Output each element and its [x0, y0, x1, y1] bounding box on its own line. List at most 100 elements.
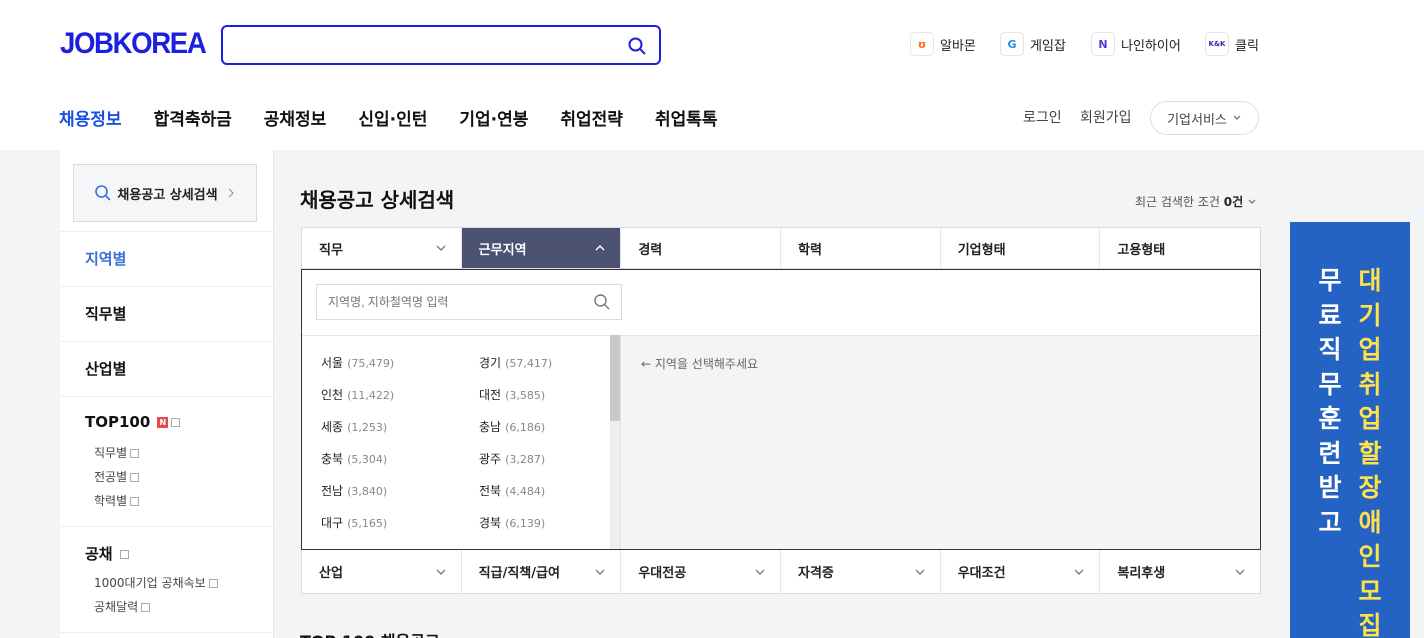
nav-item-0[interactable]: 채용정보 [59, 105, 122, 130]
family-site-label: 클릭 [1235, 38, 1259, 54]
sidebar-divider [60, 632, 273, 638]
chevron-down-icon [915, 569, 925, 575]
search-icon[interactable] [593, 293, 611, 311]
region-name: 충남 [479, 420, 502, 434]
region-name: 전북 [479, 484, 502, 498]
region-name: 대전 [479, 388, 502, 402]
chevron-down-icon [595, 569, 605, 575]
top100-sub-major[interactable]: 전공별 [94, 468, 140, 485]
region-option[interactable]: 경기 (57,417) [479, 354, 552, 371]
nav-item-5[interactable]: 취업전략 [560, 105, 623, 130]
tab-filter-1[interactable]: 근무지역 [461, 228, 622, 268]
filter-tabs-row1: 직무 근무지역 경력 학력 기업형태 고용형태 [301, 227, 1261, 269]
nav-item-4[interactable]: 기업·연봉 [459, 105, 528, 130]
tab-label: 복리후생 [1117, 566, 1166, 581]
region-option[interactable]: 전남 (3,840) [321, 482, 387, 499]
region-option[interactable]: 충북 (5,304) [321, 450, 387, 467]
biz-service-label: 기업서비스 [1167, 112, 1227, 128]
ninehire-icon: N [1091, 32, 1115, 56]
family-site-label: 게임잡 [1030, 38, 1066, 54]
gongchae-sub-calendar-label: 공채달력 [94, 600, 139, 614]
tab-label: 경력 [638, 242, 663, 258]
search-icon[interactable] [627, 36, 647, 56]
tab-label: 근무지역 [478, 242, 527, 258]
login-link[interactable]: 로그인 [1023, 107, 1062, 127]
recent-search-toggle[interactable]: 최근 검색한 조건 0건 [1135, 193, 1257, 210]
tab-filter-4[interactable]: 기업형태 [941, 228, 1101, 268]
ad-banner[interactable]: 무료직무훈련받고 대기업취업할장애인모집 [1290, 222, 1410, 638]
region-option[interactable]: 인천 (11,422) [321, 386, 394, 403]
region-option[interactable]: 전북 (4,484) [479, 482, 545, 499]
klik-icon: K&K [1205, 32, 1229, 56]
signup-link[interactable]: 회원가입 [1080, 107, 1132, 127]
page-title: 채용공고 상세검색 [300, 188, 455, 212]
chevron-down-icon [1233, 115, 1241, 120]
top100-label: TOP100 [85, 413, 151, 431]
region-search-box[interactable] [316, 284, 622, 320]
tab-filter2-5[interactable]: 복리후생 [1100, 550, 1260, 593]
sidebar: 채용공고 상세검색 지역별 직무별 산업별 TOP100 N 직무별 전공별 학력… [60, 150, 274, 638]
gongchae-label: 공채 [85, 545, 113, 563]
tab-label: 자격증 [798, 566, 834, 581]
region-name: 충북 [321, 452, 344, 466]
sidebar-detail-search-button[interactable]: 채용공고 상세검색 [73, 164, 257, 222]
biz-service-button[interactable]: 기업서비스 [1150, 101, 1259, 135]
sidebar-detail-search-label: 채용공고 상세검색 [117, 187, 218, 203]
main-search-box[interactable] [221, 25, 661, 65]
region-option[interactable]: 경북 (6,139) [479, 514, 545, 531]
region-name: 전남 [321, 484, 344, 498]
gongchae-sub-news[interactable]: 1000대기업 공채속보 [94, 574, 218, 591]
region-option[interactable]: 대구 (5,165) [321, 514, 387, 531]
region-count: (1,253) [347, 421, 388, 434]
family-site-1[interactable]: G 게임잡 [1000, 32, 1066, 56]
top100-sub-job[interactable]: 직무별 [94, 444, 140, 461]
top100-section-heading: TOP 100 채용공고 [300, 628, 440, 638]
tab-filter2-1[interactable]: 직급/직책/급여 [462, 550, 622, 593]
tab-filter2-4[interactable]: 우대조건 [941, 550, 1101, 593]
region-count: (3,287) [505, 453, 546, 466]
nav-item-6[interactable]: 취업톡톡 [655, 105, 718, 130]
region-count: (75,479) [347, 357, 395, 370]
family-site-0[interactable]: ʊ 알바몬 [910, 32, 976, 56]
region-count: (5,304) [347, 453, 388, 466]
region-option[interactable]: 세종 (1,253) [321, 418, 387, 435]
banner-text-right: 대기업취업할장애인모집 [1358, 266, 1382, 638]
sidebar-item-top100[interactable]: TOP100 N [60, 396, 273, 527]
tab-filter-2[interactable]: 경력 [621, 228, 782, 268]
sidebar-item-region[interactable]: 지역별 [60, 231, 273, 287]
tab-filter2-3[interactable]: 자격증 [781, 550, 941, 593]
family-site-3[interactable]: K&K 클릭 [1205, 32, 1259, 56]
external-link-icon [141, 603, 151, 612]
top100-sub-education[interactable]: 학력별 [94, 492, 140, 509]
gongchae-sub-news-label: 1000대기업 공채속보 [94, 576, 206, 590]
region-name: 광주 [479, 452, 502, 466]
region-name: 대구 [321, 516, 344, 530]
nav-item-1[interactable]: 합격축하금 [154, 105, 232, 130]
nav-item-3[interactable]: 신입·인턴 [358, 105, 427, 130]
jobkorea-logo[interactable]: JOBKOREA [60, 27, 207, 61]
region-search-input[interactable] [328, 285, 588, 319]
tab-filter2-2[interactable]: 우대전공 [621, 550, 782, 593]
sidebar-item-industry[interactable]: 산업별 [60, 341, 273, 397]
region-list-scrollthumb[interactable] [610, 335, 620, 421]
nav-item-2[interactable]: 공채정보 [264, 105, 327, 130]
family-site-2[interactable]: N 나인하이어 [1091, 32, 1181, 56]
chevron-down-icon [755, 569, 765, 575]
tab-filter2-0[interactable]: 산업 [302, 550, 462, 593]
region-option[interactable]: 광주 (3,287) [479, 450, 545, 467]
gongchae-sub-calendar[interactable]: 공채달력 [94, 598, 151, 615]
tab-filter-3[interactable]: 학력 [781, 228, 941, 268]
region-option[interactable]: 대전 (3,585) [479, 386, 545, 403]
tab-filter-5[interactable]: 고용형태 [1100, 228, 1260, 268]
chevron-right-icon [228, 188, 234, 198]
region-count: (6,139) [505, 517, 546, 530]
region-option[interactable]: 충남 (6,186) [479, 418, 545, 435]
tab-label: 우대조건 [957, 566, 1006, 581]
region-name: 서울 [321, 356, 344, 370]
tab-filter-0[interactable]: 직무 [302, 228, 462, 268]
region-name: 경기 [479, 356, 502, 370]
region-option[interactable]: 서울 (75,479) [321, 354, 394, 371]
main-search-input[interactable] [235, 27, 615, 63]
recent-search-label: 최근 검색한 조건 [1135, 195, 1220, 209]
sidebar-item-job[interactable]: 직무별 [60, 286, 273, 342]
